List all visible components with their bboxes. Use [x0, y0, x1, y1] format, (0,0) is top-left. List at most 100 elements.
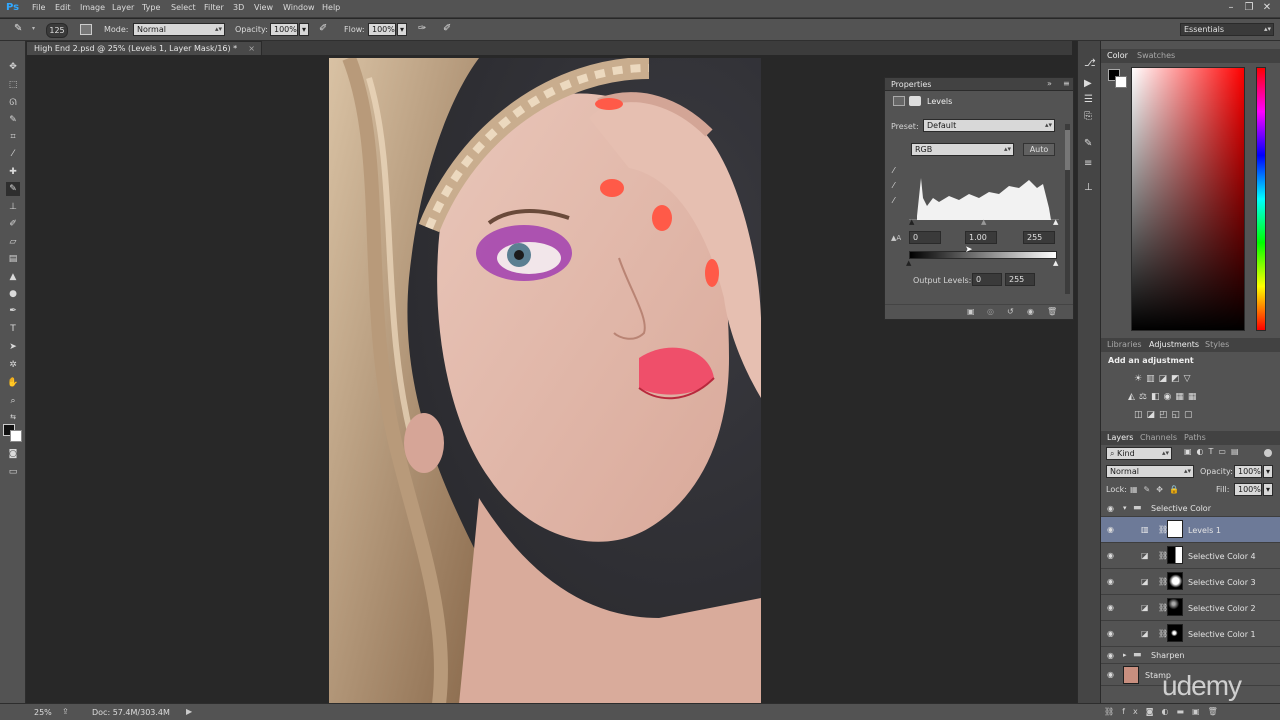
input-black-field[interactable]: 0	[909, 231, 941, 244]
layer-levels-1[interactable]: ◉ ▥ ⛓ Levels 1	[1101, 517, 1280, 543]
move-tool-icon[interactable]: ✥	[6, 60, 20, 74]
tab-adjustments[interactable]: Adjustments	[1149, 340, 1199, 349]
output-black-field[interactable]: 0	[972, 273, 1002, 286]
layer-mask-thumbnail[interactable]	[1167, 572, 1183, 590]
gray-point-eyedropper-icon[interactable]: ⁄	[893, 181, 894, 190]
layer-selective-color-1[interactable]: ◉ ◪ ⛓ Selective Color 1	[1101, 621, 1280, 647]
layer-mask-thumbnail[interactable]	[1167, 520, 1183, 538]
panel-menu-icon[interactable]: ≡	[1063, 79, 1070, 88]
layer-mask-thumbnail[interactable]	[1167, 598, 1183, 616]
menu-filter[interactable]: Filter	[204, 3, 224, 12]
tab-styles[interactable]: Styles	[1205, 340, 1229, 349]
layer-filter-icons[interactable]: ▣◐T▭▤	[1184, 447, 1244, 456]
eye-icon[interactable]: ◉	[1107, 505, 1117, 513]
background-color-swatch[interactable]	[10, 430, 22, 442]
menu-select[interactable]: Select	[171, 3, 196, 12]
color-field[interactable]	[1131, 67, 1245, 331]
pressure-size-icon[interactable]: ✐	[443, 23, 455, 36]
filter-toggle-icon[interactable]	[1264, 449, 1272, 457]
pen-tool-icon[interactable]: ✒	[6, 304, 20, 318]
adjustment-icons-row-2[interactable]: ◭⚖◧◉▦▦	[1128, 392, 1200, 402]
close-tab-icon[interactable]: ×	[248, 42, 255, 55]
screen-mode-icon[interactable]: ▭	[6, 465, 20, 479]
clipping-icon[interactable]: ▲A	[891, 234, 903, 243]
channel-select[interactable]: RGB ▴▾	[911, 143, 1014, 156]
layer-filter-select[interactable]: ⌕ Kind ▴▾	[1106, 447, 1172, 460]
menu-file[interactable]: File	[32, 3, 45, 12]
healing-brush-tool-icon[interactable]: ✚	[6, 165, 20, 179]
airbrush-icon[interactable]: ✑	[418, 23, 430, 36]
brush-tool-icon[interactable]: ✎	[6, 182, 20, 196]
blur-tool-icon[interactable]: ▲	[6, 270, 20, 284]
shape-tool-icon[interactable]: ✲	[6, 358, 20, 372]
layer-opacity-field[interactable]: 100%	[1234, 465, 1262, 478]
close-icon[interactable]: ✕	[1258, 1, 1276, 15]
swap-colors-icon[interactable]: ⇆	[6, 410, 20, 424]
menu-image[interactable]: Image	[80, 3, 105, 12]
layer-group-selective-color[interactable]: ◉ ▾ ▬ Selective Color	[1101, 500, 1280, 517]
chevron-down-icon[interactable]: ▾	[1123, 504, 1127, 512]
layer-selective-color-2[interactable]: ◉ ◪ ⛓ Selective Color 2	[1101, 595, 1280, 621]
collapse-panel-icon[interactable]: »	[1047, 79, 1052, 88]
document-tab[interactable]: High End 2.psd @ 25% (Levels 1, Layer Ma…	[26, 41, 262, 55]
quick-mask-icon[interactable]: ◙	[6, 447, 20, 461]
actions-panel-icon[interactable]: ▶	[1084, 78, 1092, 89]
share-icon[interactable]: ⇪	[62, 707, 69, 716]
minimize-icon[interactable]: –	[1222, 1, 1240, 15]
eye-icon[interactable]: ◉	[1107, 652, 1117, 660]
pressure-opacity-icon[interactable]: ✐	[319, 23, 331, 36]
brush-size-field[interactable]: 125	[46, 23, 68, 38]
history-panel-icon[interactable]: ⎇	[1084, 58, 1096, 69]
clone-stamp-tool-icon[interactable]: ⊥	[6, 200, 20, 214]
white-input-handle[interactable]: ▲	[1053, 218, 1058, 226]
chevron-right-icon[interactable]: ▸	[1123, 651, 1127, 659]
menu-window[interactable]: Window	[283, 3, 315, 12]
opacity-dropdown-icon[interactable]: ▾	[299, 23, 309, 36]
eraser-tool-icon[interactable]: ▱	[6, 235, 20, 249]
layer-selective-color-4[interactable]: ◉ ◪ ⛓ Selective Color 4	[1101, 543, 1280, 569]
clip-to-layer-icon[interactable]: ▣	[967, 307, 975, 316]
properties-panel-icon[interactable]: ☰	[1084, 94, 1093, 105]
menu-type[interactable]: Type	[142, 3, 160, 12]
tab-channels[interactable]: Channels	[1140, 433, 1177, 442]
layer-group-sharpen[interactable]: ◉ ▸ ▬ Sharpen	[1101, 647, 1280, 664]
restore-icon[interactable]: ❐	[1240, 1, 1258, 15]
trash-icon[interactable]: 🗑	[1047, 307, 1057, 316]
menu-view[interactable]: View	[254, 3, 273, 12]
scroll-thumb[interactable]	[1065, 130, 1070, 170]
reset-icon[interactable]: ↺	[1007, 307, 1014, 316]
output-black-handle[interactable]: ▲	[906, 259, 911, 267]
layer-selective-color-3[interactable]: ◉ ◪ ⛓ Selective Color 3	[1101, 569, 1280, 595]
brush-panel-icon[interactable]	[80, 24, 92, 35]
brush-presets-icon[interactable]: ✎	[1084, 138, 1092, 149]
quick-select-tool-icon[interactable]: ✎	[6, 113, 20, 127]
workspace-select[interactable]: Essentials ▴▾	[1180, 23, 1274, 36]
view-previous-icon[interactable]: ◎	[987, 307, 994, 316]
tab-paths[interactable]: Paths	[1184, 433, 1206, 442]
document-photo[interactable]	[329, 58, 761, 704]
layer-thumbnail[interactable]	[1123, 666, 1139, 684]
input-gamma-field[interactable]: 1.00	[965, 231, 997, 244]
eye-icon[interactable]: ◉	[1107, 604, 1117, 612]
background-color-chip[interactable]	[1115, 76, 1127, 88]
info-panel-icon[interactable]: ⎘	[1084, 111, 1092, 122]
tab-layers[interactable]: Layers	[1107, 433, 1133, 442]
black-input-handle[interactable]: ▲	[909, 218, 914, 226]
hue-slider[interactable]	[1256, 67, 1266, 331]
output-white-handle[interactable]: ▲	[1053, 259, 1058, 267]
zoom-level[interactable]: 25%	[34, 708, 52, 717]
marquee-tool-icon[interactable]: ⬚	[6, 78, 20, 92]
layer-blend-mode-select[interactable]: Normal ▴▾	[1106, 465, 1194, 478]
path-select-tool-icon[interactable]: ➤	[6, 340, 20, 354]
layer-actions-icons[interactable]: ⛓fx◙◐▬▣🗑	[1104, 707, 1226, 716]
fill-dropdown-icon[interactable]: ▾	[1263, 483, 1273, 496]
eye-icon[interactable]: ◉	[1107, 552, 1117, 560]
zoom-tool-icon[interactable]: ⌕	[6, 394, 20, 408]
visibility-icon[interactable]: ◉	[1027, 307, 1034, 316]
flow-dropdown-icon[interactable]: ▾	[397, 23, 407, 36]
adjustment-icons-row-1[interactable]: ☀▥◪◩▽	[1134, 374, 1195, 384]
paragraph-panel-icon[interactable]: ⊥	[1084, 182, 1093, 193]
input-white-field[interactable]: 255	[1023, 231, 1055, 244]
lasso-tool-icon[interactable]: ᘏ	[6, 96, 20, 110]
dodge-tool-icon[interactable]: ●	[6, 287, 20, 301]
